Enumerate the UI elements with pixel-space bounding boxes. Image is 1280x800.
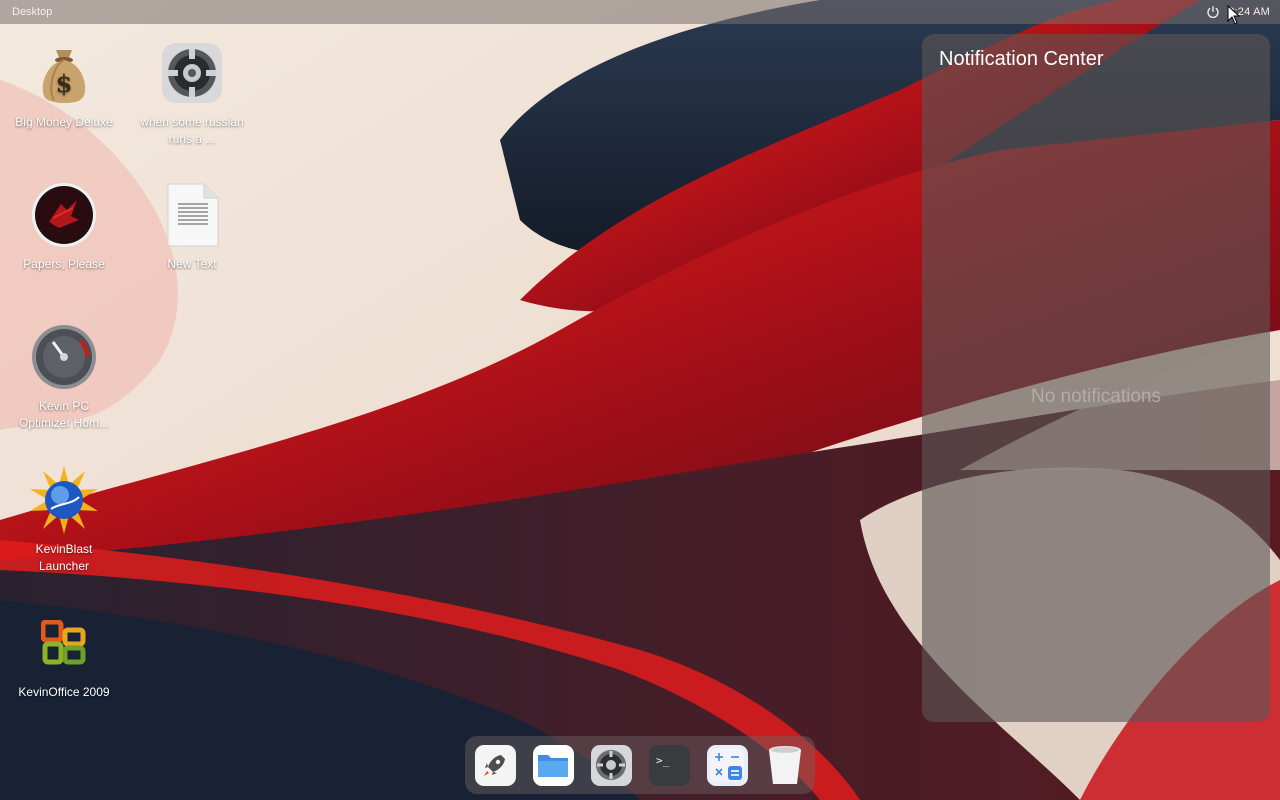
dock-item-terminal[interactable]: >_	[648, 744, 690, 786]
desktop-icon-label: Papers, Please	[23, 257, 105, 271]
empty-notifications-text: No notifications	[1031, 386, 1161, 407]
desktop-icon-label: Kevin PC Optimizer Hom...	[18, 399, 109, 430]
desktop-icon-kevin-pc-optimizer[interactable]: Kevin PC Optimizer Hom...	[12, 322, 116, 432]
desktop-icon-russian-script[interactable]: when some russian runs a ...	[140, 38, 244, 148]
text-document-icon	[157, 180, 227, 250]
dock-item-trash[interactable]	[765, 745, 806, 786]
desktop-icon-label: New Text	[167, 257, 217, 271]
desktop-icon-papers-please[interactable]: Papers, Please	[12, 180, 116, 273]
dock: >_	[465, 736, 815, 794]
office-logo-icon	[29, 608, 99, 678]
settings-gear-icon	[157, 38, 227, 108]
dock-item-calculator[interactable]	[706, 744, 748, 786]
desktop-icon-new-text[interactable]: New Text	[140, 180, 244, 273]
svg-text:>_: >_	[656, 754, 670, 767]
gauge-icon	[29, 322, 99, 392]
folder-icon	[538, 755, 568, 777]
gear-icon	[596, 750, 626, 780]
papers-please-icon	[29, 180, 99, 250]
rocket-icon	[484, 755, 505, 776]
active-app-title: Desktop	[12, 6, 53, 18]
trash-icon	[769, 746, 801, 784]
money-bag-icon: $	[29, 38, 99, 108]
desktop-icon-label: KevinOffice 2009	[18, 685, 110, 699]
terminal-icon: >_	[656, 754, 670, 767]
desktop-icon-kevinoffice-2009[interactable]: KevinOffice 2009	[12, 608, 116, 701]
power-icon[interactable]	[1206, 5, 1220, 19]
calculator-icon	[710, 748, 744, 782]
desktop-icon-label: KevinBlast Launcher	[35, 542, 93, 573]
svg-text:$: $	[56, 69, 73, 98]
mouse-cursor	[1227, 4, 1241, 25]
dock-item-settings[interactable]	[590, 744, 632, 786]
dock-item-launcher[interactable]	[474, 744, 516, 786]
globe-burst-icon	[29, 465, 99, 535]
notification-center-title: Notification Center	[939, 48, 1104, 70]
dock-item-files[interactable]	[532, 744, 574, 786]
desktop-icon-kevinblast-launcher[interactable]: KevinBlast Launcher	[12, 465, 116, 575]
notification-center: Notification Center No notifications	[922, 34, 1270, 722]
desktop-icon-big-money-deluxe[interactable]: $ Big Money Deluxe	[12, 38, 116, 131]
desktop-icon-label: Big Money Deluxe	[15, 115, 113, 129]
top-menu-bar: Desktop 8:24 AM	[0, 0, 1280, 24]
desktop-icon-label: when some russian runs a ...	[140, 115, 244, 146]
